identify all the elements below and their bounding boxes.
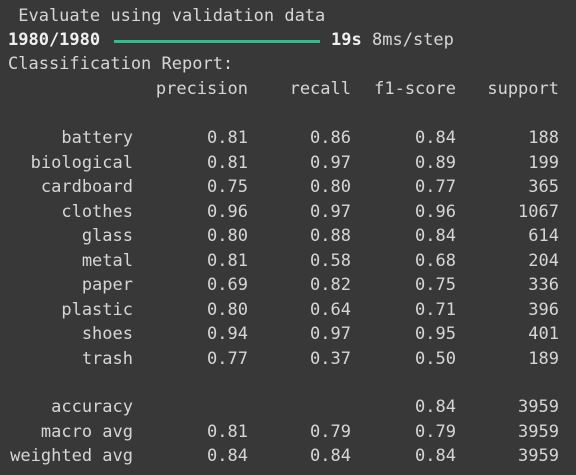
row-label-paper: paper xyxy=(81,275,133,295)
row-label-clothes: clothes xyxy=(61,201,133,222)
cell-support: 204 xyxy=(528,250,559,271)
cell-support: 3959 xyxy=(518,421,559,442)
row-label-battery: battery xyxy=(61,128,133,148)
cell-f1: 0.68 xyxy=(415,250,456,271)
cell-support: 1067 xyxy=(518,201,559,222)
cell-recall: 0.88 xyxy=(310,226,351,246)
row-label-trash: trash xyxy=(81,348,133,369)
cell-f1: 0.84 xyxy=(415,397,456,417)
cell-recall: 0.84 xyxy=(310,446,351,466)
summary-label-accuracy: accuracy xyxy=(51,397,133,417)
step-counter: 1980/1980 xyxy=(8,30,101,50)
column-header-precision: precision xyxy=(155,79,248,99)
cell-f1: 0.71 xyxy=(415,299,456,320)
column-header-recall: recall xyxy=(289,79,351,99)
evaluate-line: Evaluate using validation data xyxy=(8,6,326,26)
row-label-plastic: plastic xyxy=(61,299,133,320)
cell-precision: 0.84 xyxy=(207,446,248,466)
cell-f1: 0.77 xyxy=(415,177,456,197)
cell-precision: 0.69 xyxy=(207,275,248,295)
cell-f1: 0.84 xyxy=(415,446,456,466)
cell-recall: 0.82 xyxy=(310,275,351,295)
summary-label-macro-avg: macro avg xyxy=(40,421,133,442)
cell-recall: 0.97 xyxy=(310,201,351,222)
cell-f1: 0.95 xyxy=(415,324,456,344)
cell-precision: 0.75 xyxy=(207,177,248,197)
column-header-f1-score: f1-score xyxy=(374,79,456,99)
cell-f1: 0.89 xyxy=(415,152,456,173)
row-label-cardboard: cardboard xyxy=(40,177,133,197)
cell-precision: 0.81 xyxy=(207,421,248,442)
cell-recall: 0.80 xyxy=(310,177,351,197)
cell-recall: 0.58 xyxy=(310,250,351,271)
cell-recall: 0.37 xyxy=(310,348,351,369)
report-title: Classification Report: xyxy=(8,54,234,74)
cell-precision: 0.77 xyxy=(207,348,248,369)
cell-f1: 0.75 xyxy=(415,275,456,295)
row-label-shoes: shoes xyxy=(81,324,133,344)
cell-support: 189 xyxy=(528,348,559,369)
cell-support: 199 xyxy=(528,152,559,173)
cell-precision: 0.80 xyxy=(207,226,248,246)
cell-precision: 0.81 xyxy=(207,250,248,271)
row-label-glass: glass xyxy=(81,226,133,246)
cell-precision: 0.96 xyxy=(207,201,248,222)
column-header-support: support xyxy=(487,79,559,99)
cell-precision: 0.94 xyxy=(207,324,248,344)
cell-recall: 0.97 xyxy=(310,152,351,173)
cell-support: 614 xyxy=(528,226,559,246)
summary-label-weighted-avg: weighted avg xyxy=(10,446,133,466)
cell-f1: 0.79 xyxy=(415,421,456,442)
cell-f1: 0.84 xyxy=(415,128,456,148)
cell-precision: 0.81 xyxy=(207,152,248,173)
console-output: Evaluate using validation data 1980/1980… xyxy=(0,0,576,475)
cell-support: 396 xyxy=(528,299,559,320)
cell-support: 401 xyxy=(528,324,559,344)
cell-f1: 0.96 xyxy=(415,201,456,222)
elapsed-time: 19s xyxy=(331,30,362,50)
cell-f1: 0.84 xyxy=(415,226,456,246)
cell-f1: 0.50 xyxy=(415,348,456,369)
row-label-metal: metal xyxy=(81,250,133,271)
cell-support: 3959 xyxy=(518,397,559,417)
time-per-step: 8ms/step xyxy=(372,30,454,50)
row-label-biological: biological xyxy=(30,152,133,173)
cell-recall: 0.64 xyxy=(310,299,351,320)
cell-precision: 0.80 xyxy=(207,299,248,320)
cell-support: 365 xyxy=(528,177,559,197)
cell-recall: 0.79 xyxy=(310,421,351,442)
cell-precision: 0.81 xyxy=(207,128,248,148)
cell-recall: 0.86 xyxy=(310,128,351,148)
cell-support: 336 xyxy=(528,275,559,295)
cell-support: 188 xyxy=(528,128,559,148)
progress-bar xyxy=(114,40,320,43)
cell-support: 3959 xyxy=(518,446,559,466)
progress-bar-fill xyxy=(114,40,320,43)
cell-recall: 0.97 xyxy=(310,324,351,344)
